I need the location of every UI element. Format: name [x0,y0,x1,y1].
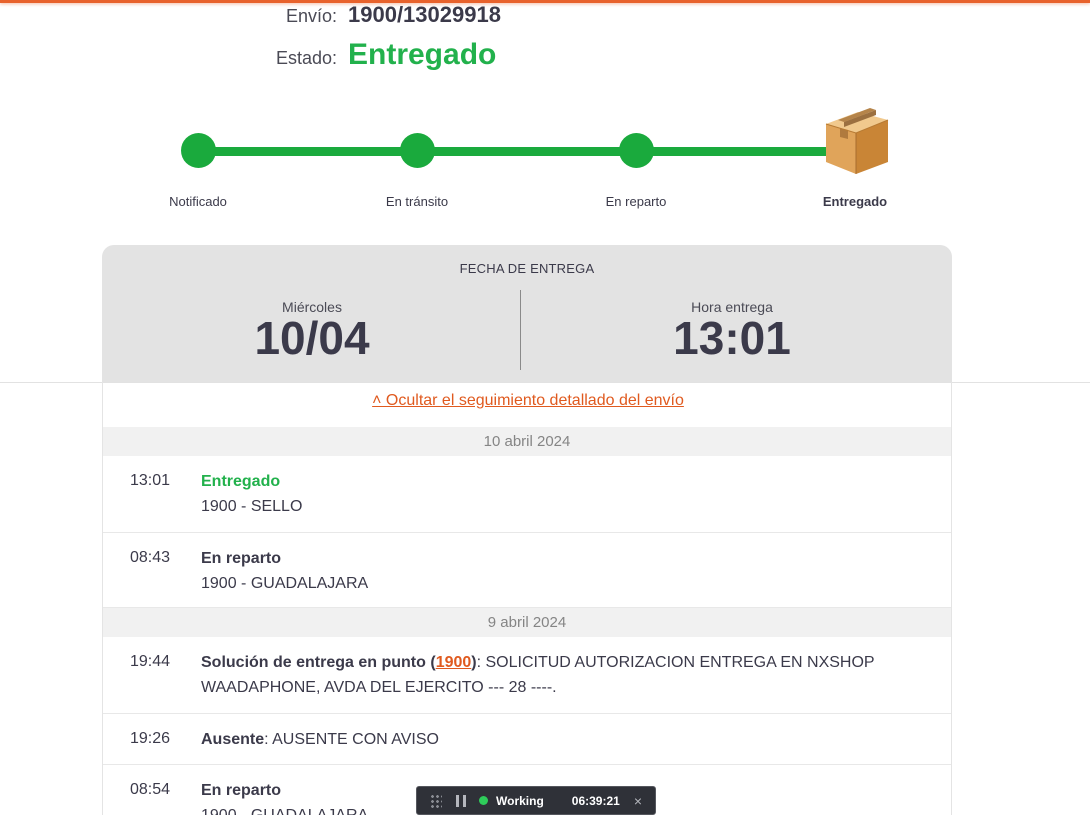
timer-value: 06:39:21 [571,793,620,808]
delivery-hour-value: 13:01 [673,312,791,364]
pause-icon[interactable] [456,794,466,807]
event-body: Solución de entrega en punto (1900): SOL… [201,650,921,700]
tracking-event: 08:43 En reparto 1900 - GUADALAJARA [103,533,951,608]
working-status-label: Working [496,793,544,808]
event-time: 08:43 [130,549,171,566]
tracking-event: 19:44 Solución de entrega en punto (1900… [103,637,951,714]
step-dot-en-transito [400,133,435,168]
delivery-hour-column: Hora entrega 13:01 [522,299,942,361]
hide-tracking-link[interactable]: ˄ Ocultar el seguimiento detallado del e… [103,392,953,410]
event-title: Solución de entrega en punto [201,654,426,671]
working-timer-bar: Working 06:39:21 × [416,786,656,815]
event-time: 19:26 [130,730,171,747]
event-detail: : AUSENTE CON AVISO [264,731,439,748]
drag-handle-icon[interactable] [430,793,442,808]
progress-segment-2 [434,147,620,156]
event-time: 13:01 [130,472,171,489]
envio-value: 1900/13029918 [348,2,501,27]
delivery-date-value: 10/04 [254,312,370,364]
estado-label: Estado: [275,48,337,68]
step-dot-notificado [181,133,216,168]
event-body: Ausente: AUSENTE CON AVISO [201,727,921,752]
event-body: En reparto 1900 - GUADALAJARA [201,546,921,596]
estado-value: Entregado [348,38,497,71]
step-label-en-transito: En tránsito [385,194,449,209]
progress-segment-1 [215,147,401,156]
package-box-icon [825,108,889,174]
event-paren-open: ( [425,654,436,671]
shipment-status-row: Estado: Entregado [0,38,496,72]
card-divider [520,290,521,370]
close-icon[interactable]: × [634,793,642,809]
tracking-event: 13:01 Entregado 1900 - SELLO [103,456,951,533]
shipment-number-row: Envío: 1900/13029918 [0,2,501,28]
progress-segment-3 [653,147,828,156]
event-detail: 1900 - SELLO [201,498,303,515]
event-title: En reparto [201,550,282,567]
delivery-date-column: Miércoles 10/04 [102,299,522,361]
delivery-date-card: FECHA DE ENTREGA Miércoles 10/04 Hora en… [102,245,952,382]
pickup-point-link[interactable]: 1900 [436,654,472,671]
step-label-entregado: Entregado [822,194,888,209]
event-body: Entregado 1900 - SELLO [201,469,921,519]
step-label-notificado: Notificado [169,194,227,209]
tracking-history: ˄ Ocultar el seguimiento detallado del e… [102,382,952,815]
status-dot-icon [479,796,488,805]
tracking-event: 19:26 Ausente: AUSENTE CON AVISO [103,714,951,765]
event-time: 08:54 [130,781,171,798]
delivery-card-title: FECHA DE ENTREGA [459,261,595,276]
event-title: Entregado [201,473,281,490]
envio-label: Envío: [285,6,337,26]
date-group-header: 10 abril 2024 [103,427,951,456]
event-detail: 1900 - GUADALAJARA [201,575,369,592]
step-dot-en-reparto [619,133,654,168]
step-label-en-reparto: En reparto [605,194,667,209]
event-title: Ausente [201,731,265,748]
event-time: 19:44 [130,653,171,670]
date-group-header: 9 abril 2024 [103,608,951,637]
